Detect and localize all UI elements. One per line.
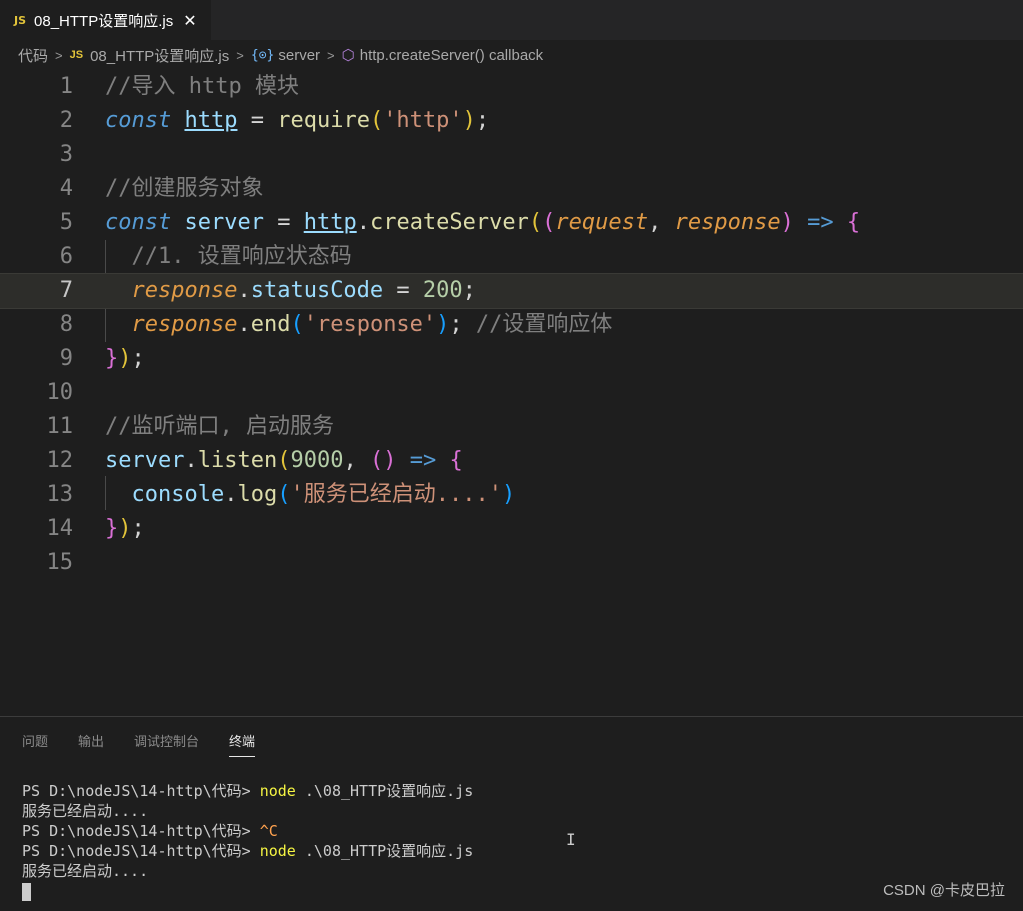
code-line: 11 //监听端口, 启动服务 xyxy=(0,410,1023,444)
chevron-right-icon: > xyxy=(236,47,244,63)
terminal-output[interactable]: PS D:\nodeJS\14-http\代码> node .\08_HTTP设… xyxy=(22,781,473,901)
code-line: 9 }); xyxy=(0,342,1023,376)
breadcrumb-folder[interactable]: 代码 xyxy=(18,45,48,66)
line-number: 13 xyxy=(46,482,74,507)
line-number: 11 xyxy=(46,414,74,439)
code-text: }); xyxy=(105,346,145,371)
terminal-output-line: 服务已经启动.... xyxy=(22,802,149,820)
terminal-command: node xyxy=(259,842,296,860)
line-number: 6 xyxy=(59,244,73,269)
tab-bar: JS 08_HTTP设置响应.js ✕ xyxy=(0,0,1023,40)
code-text: //创建服务对象 xyxy=(105,176,264,201)
breadcrumb-file[interactable]: 08_HTTP设置响应.js xyxy=(90,45,229,66)
code-text: console.log('服务已经启动....') xyxy=(131,482,516,507)
terminal-arg: .\08_HTTP设置响应.js xyxy=(295,842,474,860)
close-icon[interactable]: ✕ xyxy=(183,11,196,30)
tab-output[interactable]: 输出 xyxy=(78,731,104,757)
terminal-output-line: 服务已经启动.... xyxy=(22,862,149,880)
code-text: const server = http.createServer((reques… xyxy=(105,210,861,235)
code-line: 4 //创建服务对象 xyxy=(0,172,1023,206)
ibeam-cursor-icon: I xyxy=(566,830,576,849)
terminal-command: node xyxy=(259,782,296,800)
line-number: 3 xyxy=(59,142,73,167)
code-line: 6 //1. 设置响应状态码 xyxy=(0,240,1023,274)
method-cube-icon: ⬡ xyxy=(341,47,355,64)
line-number: 2 xyxy=(59,108,73,133)
js-file-icon: JS xyxy=(14,13,27,27)
tab-debug-console[interactable]: 调试控制台 xyxy=(134,731,199,757)
line-number: 10 xyxy=(46,380,74,405)
code-text: response.end('response'); //设置响应体 xyxy=(131,312,613,337)
code-editor[interactable]: 1 //导入 http 模块 2 const http = require('h… xyxy=(0,70,1023,716)
code-text: //监听端口, 启动服务 xyxy=(105,414,334,439)
tab-08-http[interactable]: JS 08_HTTP设置响应.js ✕ xyxy=(0,0,211,40)
terminal-interrupt: ^C xyxy=(259,822,278,840)
line-number: 1 xyxy=(59,74,73,99)
code-line: 13 console.log('服务已经启动....') xyxy=(0,478,1023,512)
code-line: 2 const http = require('http'); xyxy=(0,104,1023,138)
code-text: response.statusCode = 200; xyxy=(131,278,476,303)
breadcrumb: 代码 > JS 08_HTTP设置响应.js > {⊙} server > ⬡ … xyxy=(0,40,1023,70)
code-line: 14 }); xyxy=(0,512,1023,546)
code-line-active: 7 response.statusCode = 200; xyxy=(0,273,1023,309)
breadcrumb-variable[interactable]: server xyxy=(278,47,320,64)
terminal-prompt: PS D:\nodeJS\14-http\代码> xyxy=(22,822,260,840)
line-number: 8 xyxy=(59,312,73,337)
terminal-prompt: PS D:\nodeJS\14-http\代码> xyxy=(22,842,260,860)
tab-terminal[interactable]: 终端 xyxy=(229,731,256,757)
bottom-panel: 问题 输出 调试控制台 终端 PS D:\nodeJS\14-http\代码> … xyxy=(0,716,1023,911)
panel-tabs: 问题 输出 调试控制台 终端 xyxy=(22,731,285,757)
line-number: 7 xyxy=(59,278,73,303)
code-line: 1 //导入 http 模块 xyxy=(0,70,1023,104)
line-number: 9 xyxy=(59,346,73,371)
code-line: 5 const server = http.createServer((requ… xyxy=(0,206,1023,240)
code-line: 3 xyxy=(0,138,1023,172)
code-text: server.listen(9000, () => { xyxy=(105,448,463,473)
chevron-right-icon: > xyxy=(55,47,63,63)
code-line: 12 server.listen(9000, () => { xyxy=(0,444,1023,478)
line-number: 5 xyxy=(59,210,73,235)
terminal-cursor xyxy=(22,882,31,901)
code-text: //导入 http 模块 xyxy=(105,74,299,99)
line-number: 14 xyxy=(46,516,74,541)
code-line: 10 xyxy=(0,376,1023,410)
terminal-arg: .\08_HTTP设置响应.js xyxy=(295,782,474,800)
tab-title: 08_HTTP设置响应.js xyxy=(34,12,174,30)
code-line: 8 response.end('response'); //设置响应体 xyxy=(0,308,1023,342)
line-number: 15 xyxy=(46,550,74,575)
line-number: 12 xyxy=(46,448,74,473)
code-line: 15 xyxy=(0,546,1023,580)
breadcrumb-method[interactable]: http.createServer() callback xyxy=(360,47,543,64)
terminal-prompt: PS D:\nodeJS\14-http\代码> xyxy=(22,782,260,800)
variable-icon: {⊙} xyxy=(250,47,275,63)
line-number: 4 xyxy=(59,176,73,201)
code-text: //1. 设置响应状态码 xyxy=(131,244,352,269)
tab-problems[interactable]: 问题 xyxy=(22,731,48,757)
watermark: CSDN @卡皮巴拉 xyxy=(883,882,1005,899)
code-text: }); xyxy=(105,516,145,541)
code-text: const http = require('http'); xyxy=(105,108,490,133)
chevron-right-icon: > xyxy=(327,47,335,63)
js-file-icon: JS xyxy=(69,49,84,61)
